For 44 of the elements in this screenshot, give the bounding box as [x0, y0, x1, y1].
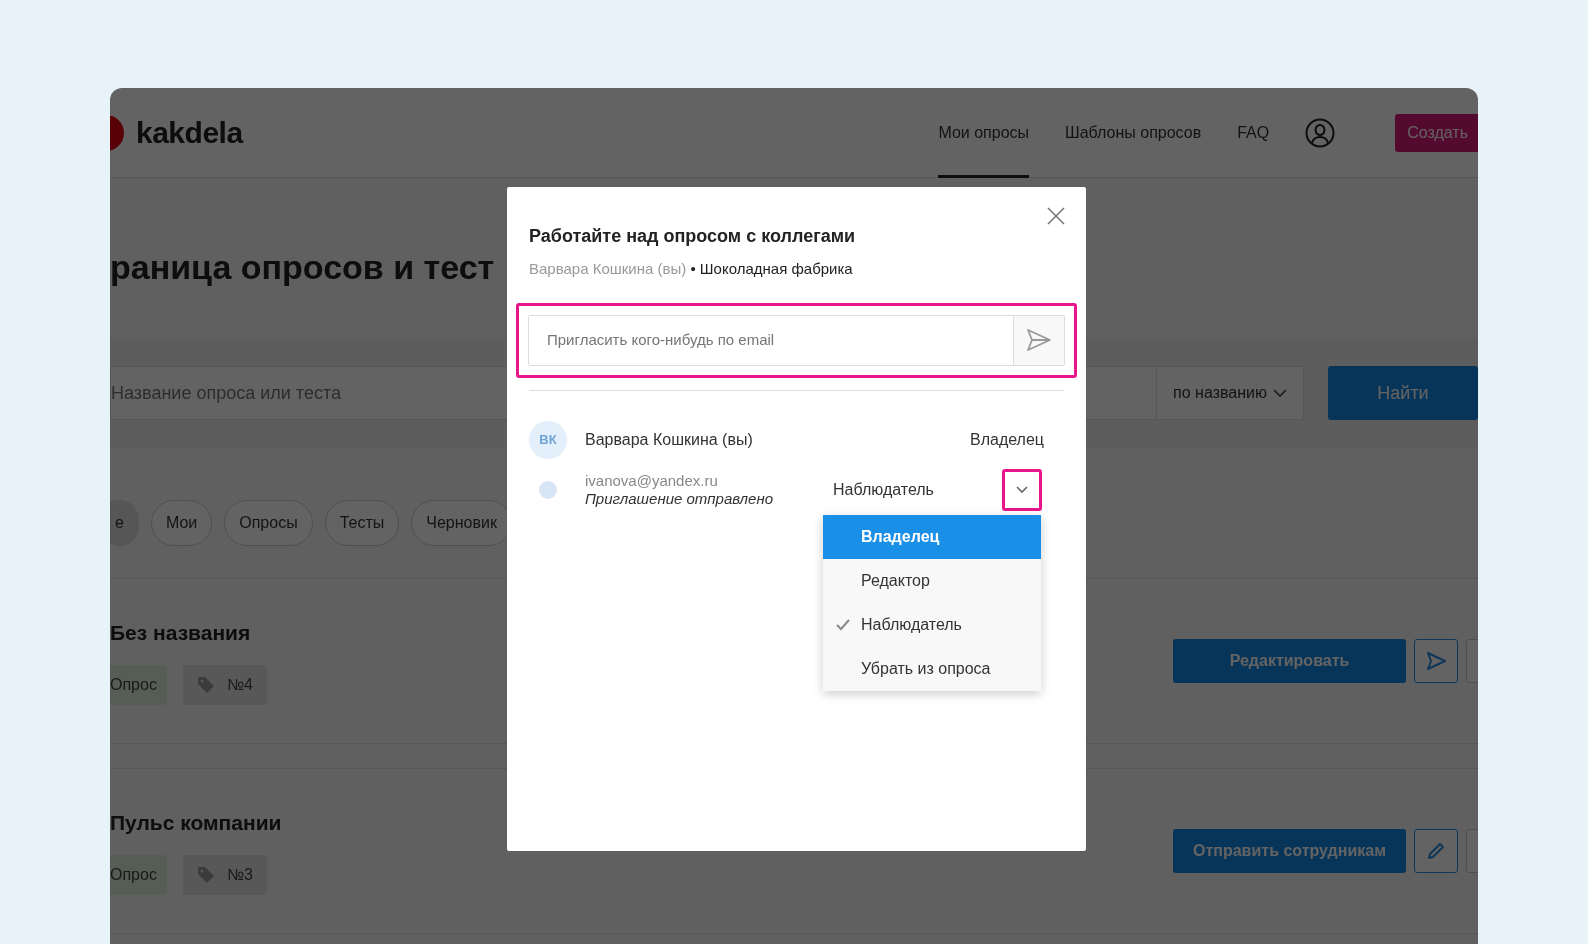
nav-link[interactable]: Шаблоны опросов — [1065, 88, 1202, 178]
survey-title: Пульс компании — [110, 810, 282, 837]
tag-number: №4 — [226, 674, 253, 695]
close-icon — [1046, 205, 1066, 226]
role-select[interactable]: Наблюдатель — [833, 477, 1002, 502]
menu-item[interactable]: Наблюдатель — [823, 603, 1041, 647]
check-icon — [836, 619, 850, 631]
dialog-title: Работайте над опросом с коллегами — [529, 225, 857, 248]
avatar — [539, 480, 557, 499]
type-tag: Опрос — [110, 664, 167, 705]
member-name: Варвара Кошкина (вы) — [585, 429, 754, 450]
dropdown-button[interactable] — [1002, 468, 1042, 511]
owner-name: Варвара Кошкина (вы) — [529, 260, 687, 277]
member-email: ivanova@yandex.ru — [585, 471, 719, 490]
survey-title: Без названия — [110, 620, 252, 647]
nav-link[interactable]: Мои опросы — [938, 88, 1030, 178]
project-name: • Шоколадная фабрика — [690, 260, 853, 277]
member-role: Владелец — [970, 429, 1044, 450]
filter-chip[interactable]: Опросы — [224, 500, 313, 546]
tag-icon — [196, 865, 215, 884]
profile-icon[interactable] — [1305, 117, 1336, 148]
filter-chip[interactable]: Мои — [150, 500, 213, 546]
sort-dropdown[interactable]: по названию — [1156, 367, 1303, 419]
find-button[interactable]: Найти — [1328, 366, 1478, 420]
primary-button[interactable]: Редактировать — [1173, 639, 1406, 683]
primary-button[interactable]: Отправить сотрудникам — [1173, 829, 1406, 873]
chevron-icon — [1016, 485, 1028, 494]
chevron-icon — [1273, 388, 1287, 398]
create-button[interactable]: Создать — [1395, 113, 1478, 152]
invite-status: Приглашение отправлено — [585, 489, 774, 508]
menu-item[interactable]: Убрать из опроса — [823, 647, 1041, 691]
tag-icon — [196, 675, 215, 694]
send-button[interactable] — [1414, 639, 1458, 683]
tag-number: №3 — [226, 864, 253, 885]
filter-chip[interactable]: Тесты — [324, 500, 400, 546]
avatar: ВК — [529, 420, 567, 459]
nav-link[interactable]: FAQ — [1237, 88, 1270, 178]
type-tag: Опрос — [110, 854, 167, 895]
logo-text[interactable]: kakdela — [136, 110, 243, 155]
edit-button[interactable] — [1414, 829, 1458, 873]
menu-item[interactable]: Владелец — [823, 515, 1041, 559]
page-title: раница опросов и тест — [110, 248, 495, 286]
menu-item[interactable]: Редактор — [823, 559, 1041, 603]
filter-chip[interactable]: е — [110, 500, 139, 546]
